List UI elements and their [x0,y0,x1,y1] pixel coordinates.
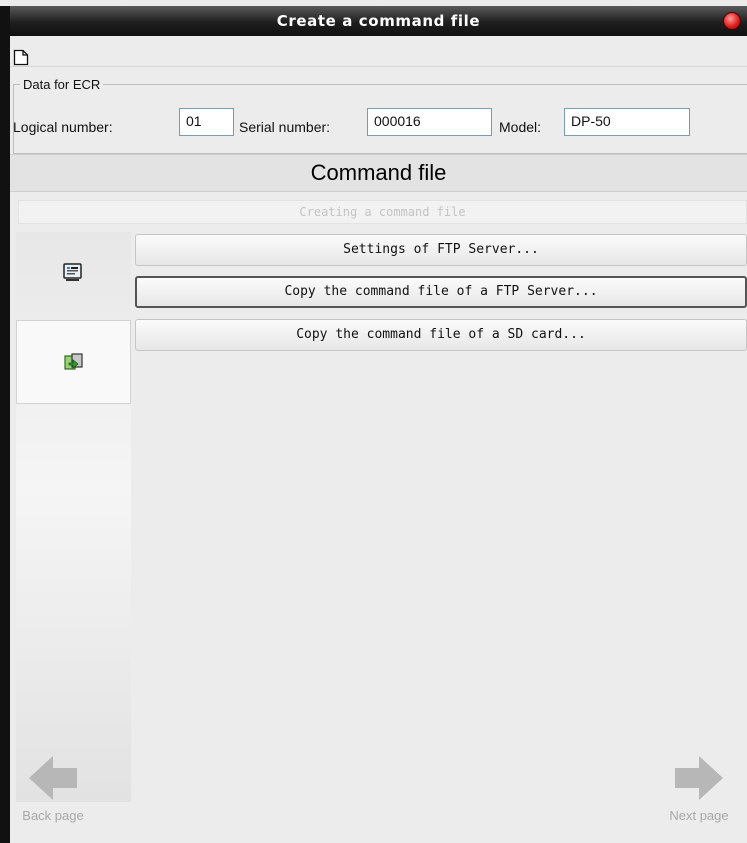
window-frame-edge [0,6,10,843]
copy-files-icon [64,353,83,370]
serial-number-label: Serial number: [239,119,331,135]
copy-from-ftp-button[interactable]: Copy the command file of a FTP Server... [135,276,747,308]
dialog-window: Create a command file Data for ECR Logic… [0,0,747,843]
monitor-icon [63,263,82,281]
logical-number-label: Logical number: [13,119,113,135]
arrow-left-icon [29,756,77,800]
next-page-label: Next page [669,808,729,823]
window-title: Create a command file [276,12,481,30]
back-page-button[interactable]: Back page [8,754,98,834]
logical-number-field[interactable]: 01 [179,108,234,136]
ecr-data-group: Data for ECR Logical number: 01 Serial n… [13,77,747,154]
sidebar-item-copy[interactable] [16,320,131,404]
next-page-button[interactable]: Next page [654,754,744,834]
model-label: Model: [499,119,542,135]
sidebar [16,232,131,802]
new-document-icon[interactable] [13,49,29,66]
arrow-right-icon [675,756,723,800]
ecr-group-legend: Data for ECR [20,77,104,92]
dialog-body: Data for ECR Logical number: 01 Serial n… [10,36,747,843]
sidebar-item-ftp[interactable] [16,232,131,316]
model-field[interactable]: DP-50 [564,108,690,136]
close-button[interactable] [723,12,741,30]
back-page-label: Back page [22,808,84,823]
section-subtitle: Creating a command file [18,200,747,224]
ftp-settings-button[interactable]: Settings of FTP Server... [135,234,747,266]
toolbar [10,36,747,67]
copy-from-sd-button[interactable]: Copy the command file of a SD card... [135,319,747,351]
title-bar[interactable]: Create a command file [10,6,747,36]
serial-number-field[interactable]: 000016 [367,108,492,136]
section-title: Command file [10,154,747,192]
